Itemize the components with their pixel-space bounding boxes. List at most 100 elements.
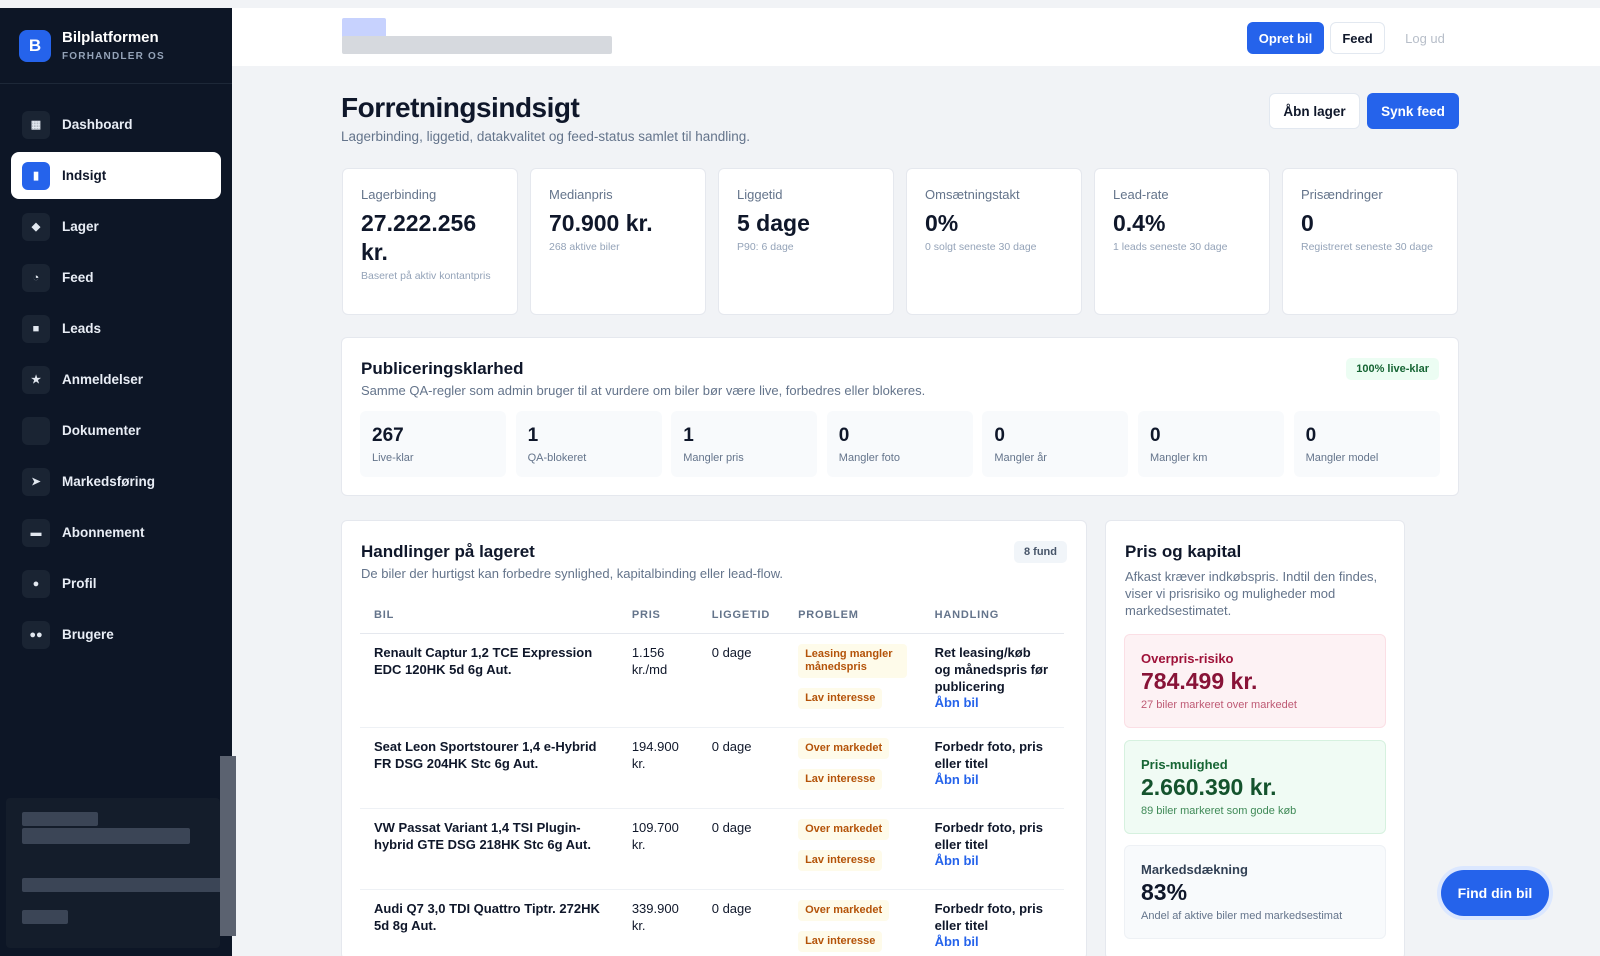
action-cell: Forbedr foto, pris eller titel Åbn bil [920,727,1064,809]
capital-box-red: Overpris-risiko 784.499 kr. 27 biler marke… [1124,634,1386,728]
create-car-button[interactable]: Opret bil [1247,22,1324,54]
capital-box-value: 2.660.390 kr. [1141,774,1277,800]
sidebar-item-leads[interactable]: ■ Leads [11,305,221,352]
problem-tag: Over markedet [798,899,890,921]
sync-feed-button[interactable]: Synk feed [1367,93,1459,129]
days-cell: 0 dage [697,808,785,890]
sidebar-item-anmeldelser[interactable]: ★ Anmeldelser [11,356,221,403]
problem-tag: Over markedet [798,818,890,840]
kpi-label: Omsætningstakt [925,187,1020,202]
live-ready-badge: 100% live-klar [1346,358,1439,380]
days-cell: 0 dage [697,727,785,809]
readiness-value: 0 [1150,425,1161,446]
table-row[interactable]: Seat Leon Sportstourer 1,4 e-Hybrid FR D… [360,727,1064,809]
actions-card: Handlinger på lageret De biler der hurti… [341,520,1087,956]
readiness-title: Publiceringsklarhed [361,359,524,378]
readiness-label: Live-klar [372,452,414,464]
capital-box-value: 83% [1141,879,1188,905]
page-subtitle: Lagerbinding, liggetid, datakvalitet og … [341,129,751,144]
sidebar-item-markedsføring[interactable]: ➤ Markedsføring [11,458,221,505]
column-header: LIGGETID [697,597,785,634]
kpi-card: Medianpris 70.900 kr. 268 aktive biler [530,168,706,315]
sidebar-item-indsigt[interactable]: ▮ Indsigt [11,152,221,199]
sidebar-item-profil[interactable]: ● Profil [11,560,221,607]
car-cell: Audi Q7 3,0 TDI Quattro Tiptr. 272HK 5d … [360,889,618,956]
brand-title: Bilplatformen [62,29,159,46]
sidebar-item-dashboard[interactable]: ▦ Dashboard [11,101,221,148]
sidebar-item-feed[interactable]: ◔ Feed [11,254,221,301]
sidebar-item-lager[interactable]: ◆ Lager [11,203,221,250]
readiness-value: 1 [683,425,694,446]
chat-icon: ■ [22,314,50,343]
sidebar-nav: ▦ Dashboard ▮ Indsigt ◆ Lager ◔ Feed ■ Leads ★ Anme… [0,84,232,658]
readiness-tile: 267 Live-klar [360,411,506,477]
inventory-table: BIL PRIS LIGGETID PROBLEM HANDLING Renault C… [360,597,1064,956]
table-row[interactable]: VW Passat Variant 1,4 TSI Plugin-hybrid … [360,808,1064,890]
car-icon: ◆ [22,212,50,241]
car-days: 0 dage [711,819,752,835]
readiness-value: 267 [372,425,404,446]
column-header: PRIS [617,597,698,634]
open-car-link[interactable]: Åbn bil [935,695,1050,710]
problem-cell: Over markedet Lav interesse [784,889,921,956]
kpi-value: 0 [1301,210,1314,236]
kpi-label: Prisændringer [1301,187,1383,202]
car-cell: Seat Leon Sportstourer 1,4 e-Hybrid FR D… [360,727,618,809]
car-days: 0 dage [711,738,752,754]
readiness-label: Mangler år [994,452,1047,464]
capital-subtitle: Afkast kræver indkøbspris. Indtil den fi… [1125,569,1378,618]
kpi-card: Liggetid 5 dage P90: 6 dage [718,168,894,315]
rss-icon: ◔ [22,263,50,292]
kpi-label: Medianpris [549,187,613,202]
car-price: 339.900 kr. [631,900,679,933]
car-name: Renault Captur 1,2 TCE Expression EDC 12… [374,644,593,677]
readiness-tile: 0 Mangler model [1293,411,1440,477]
feed-button[interactable]: Feed [1330,22,1385,54]
sidebar-item-label: Dashboard [62,117,133,132]
car-days: 0 dage [711,644,752,660]
sidebar-item-label: Dokumenter [62,423,141,438]
capital-box-sub: Andel af aktive biler med markedsestimat [1141,910,1343,922]
capital-card: Pris og kapital Afkast kræver indkøbspri… [1105,520,1405,956]
days-cell: 0 dage [697,889,785,956]
kpi-label: Liggetid [737,187,783,202]
capital-box-neutral: Markedsdækning 83% Andel af aktive biler m… [1124,845,1386,939]
kpi-value: 70.900 kr. [549,210,653,236]
readiness-tile: 1 Mangler pris [671,411,818,477]
sidebar-item-label: Markedsføring [62,474,156,489]
sidebar-item-abonnement[interactable]: ▬ Abonnement [11,509,221,556]
problem-tag: Lav interesse [798,849,883,871]
open-car-link[interactable]: Åbn bil [935,853,1050,868]
capital-box-green: Pris-mulighed 2.660.390 kr. 89 biler marke… [1124,740,1386,834]
column-header: BIL [360,597,618,634]
kpi-label: Lead-rate [1113,187,1169,202]
action-text: Ret leasing/køb og månedspris før public… [934,644,1049,694]
action-cell: Forbedr foto, pris eller titel Åbn bil [920,889,1064,956]
open-stock-button[interactable]: Åbn lager [1269,93,1360,129]
kpi-value: 0.4% [1113,210,1166,236]
sidebar-item-label: Abonnement [62,525,145,540]
readiness-card: Publiceringsklarhed Samme QA-regler som … [341,337,1459,496]
open-car-link[interactable]: Åbn bil [935,772,1050,787]
sidebar-item-label: Lager [62,219,99,234]
sidebar-item-dokumenter[interactable]: Dokumenter [11,407,221,454]
readiness-subtitle: Samme QA-regler som admin bruger til at … [361,383,926,398]
kpi-subtext: 0 solgt seneste 30 dage [925,241,1037,253]
readiness-value: 1 [527,425,539,446]
table-row[interactable]: Audi Q7 3,0 TDI Quattro Tiptr. 272HK 5d … [360,889,1064,956]
brand: B Bilplatformen FORHANDLER OS [0,8,232,84]
column-header: PROBLEM [784,597,921,634]
problem-tag: Lav interesse [798,768,883,790]
sidebar-scrollbar[interactable] [220,756,236,936]
actions-subtitle: De biler der hurtigst kan forbedre synli… [361,566,784,581]
kpi-subtext: Registreret seneste 30 dage [1301,241,1433,253]
readiness-tile: 0 Mangler foto [826,411,973,477]
logout-button[interactable]: Log ud [1394,22,1456,54]
capital-title: Pris og kapital [1125,542,1242,561]
table-row[interactable]: Renault Captur 1,2 TCE Expression EDC 12… [360,633,1064,728]
readiness-label: QA-blokeret [527,452,587,464]
open-car-link[interactable]: Åbn bil [935,934,1050,949]
price-cell: 194.900 kr. [617,727,698,809]
sidebar-item-brugere[interactable]: ●● Brugere [11,611,221,658]
find-car-button[interactable]: Find din bil [1441,870,1549,916]
